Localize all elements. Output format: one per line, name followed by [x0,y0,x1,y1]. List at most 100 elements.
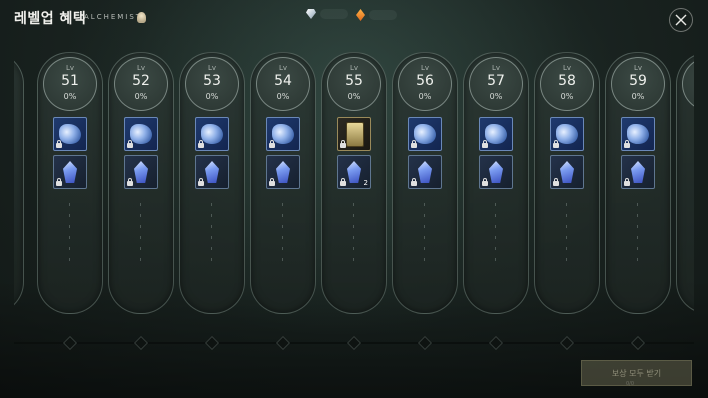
blue-crystal-icon [347,161,361,183]
lock-icon [56,140,62,148]
level-number: 56 [416,73,434,89]
slot-divider [353,203,354,263]
level-badge: Lv 57 0% [469,57,523,111]
lock-icon [127,178,133,186]
close-icon [675,14,687,26]
level-number: 57 [487,73,505,89]
slot-divider [566,203,567,263]
reward-slot[interactable]: 2 [337,155,371,189]
reward-slot[interactable] [53,155,87,189]
lv-label: Lv [562,64,572,72]
level-card[interactable]: Lv 54 0% [250,52,316,314]
level-progress: 0% [418,92,432,101]
currency-bar [320,9,348,19]
reward-slot[interactable] [621,155,655,189]
lv-label: Lv [207,64,217,72]
currency-orange [356,9,397,21]
level-number: 59 [629,73,647,89]
reward-slot[interactable] [479,155,513,189]
blue-scroll-icon [130,124,152,144]
currency-bar [369,10,397,20]
lock-icon [624,178,630,186]
lock-icon [411,178,417,186]
blue-crystal-icon [418,161,432,183]
reward-slot[interactable] [550,155,584,189]
level-card[interactable]: Lv 57 0% [463,52,529,314]
level-badge: Lv 55 0% [327,57,381,111]
lv-label: Lv [65,64,75,72]
lock-icon [198,178,204,186]
level-card[interactable]: Lv 56 0% [392,52,458,314]
level-card[interactable]: Lv 52 0% [108,52,174,314]
level-progress: 0% [134,92,148,101]
reward-slot[interactable] [337,117,371,151]
lock-icon [340,140,346,148]
level-badge: Lv 52 0% [114,57,168,111]
slot-divider [211,203,212,263]
lock-icon [482,140,488,148]
blue-crystal-icon [63,161,77,183]
lv-label: Lv [349,64,359,72]
level-number: 51 [61,73,79,89]
reward-slot[interactable] [408,117,442,151]
level-progress: 0% [560,92,574,101]
level-number: 54 [274,73,292,89]
blue-crystal-icon [134,161,148,183]
lv-label: Lv [136,64,146,72]
lock-icon [553,178,559,186]
gold-card-icon [346,122,364,147]
lv-label: Lv [420,64,430,72]
blue-crystal-icon [560,161,574,183]
blue-scroll-icon [556,124,578,144]
lock-icon [269,140,275,148]
reward-slot[interactable] [195,155,229,189]
level-badge: Lv 56 0% [398,57,452,111]
blue-scroll-icon [627,124,649,144]
level-progress: 0% [631,92,645,101]
level-progress: 0% [347,92,361,101]
level-number: 55 [345,73,363,89]
level-progress: 0% [205,92,219,101]
level-card[interactable]: Lv 58 0% [534,52,600,314]
reward-slot[interactable] [124,155,158,189]
close-button[interactable] [669,8,693,32]
reward-slot[interactable] [195,117,229,151]
lock-icon [340,178,346,186]
blue-scroll-icon [414,124,436,144]
lv-label: Lv [278,64,288,72]
slot-divider [140,203,141,263]
lock-icon [198,140,204,148]
reward-slot[interactable] [621,117,655,151]
level-progress: 0% [63,92,77,101]
reward-slot[interactable] [550,117,584,151]
blue-crystal-icon [205,161,219,183]
blue-scroll-icon [201,124,223,144]
level-card[interactable]: Lv 53 0% [179,52,245,314]
reward-slot[interactable] [408,155,442,189]
reward-slot[interactable] [266,155,300,189]
lv-label: Lv [633,64,643,72]
level-badge: Lv 53 0% [185,57,239,111]
lock-icon [553,140,559,148]
level-badge: Lv 59 0% [611,57,665,111]
level-card-partial [676,52,694,314]
level-card[interactable]: Lv 59 0% [605,52,671,314]
level-rail[interactable]: Lv 51 0% Lv 52 0% Lv 53 0% Lv 54 0% Lv 5… [14,52,694,317]
lock-icon [411,140,417,148]
reward-slot[interactable] [266,117,300,151]
orange-gem-icon [356,9,365,21]
claim-all-button[interactable]: 보상 모두 받기 [581,360,692,386]
lock-icon [624,140,630,148]
header: 레벨업 혜택 ALCHEMIST [0,0,708,36]
reward-slot[interactable] [479,117,513,151]
level-card[interactable]: Lv 55 0% 2 [321,52,387,314]
level-card[interactable]: Lv 51 0% [37,52,103,314]
level-badge: Lv 51 0% [43,57,97,111]
reward-slot[interactable] [124,117,158,151]
slot-divider [495,203,496,263]
claim-all-sub: 0/0 [626,381,635,387]
blue-crystal-icon [276,161,290,183]
reward-slot[interactable] [53,117,87,151]
level-badge: Lv 58 0% [540,57,594,111]
page-title: 레벨업 혜택 [14,11,87,27]
